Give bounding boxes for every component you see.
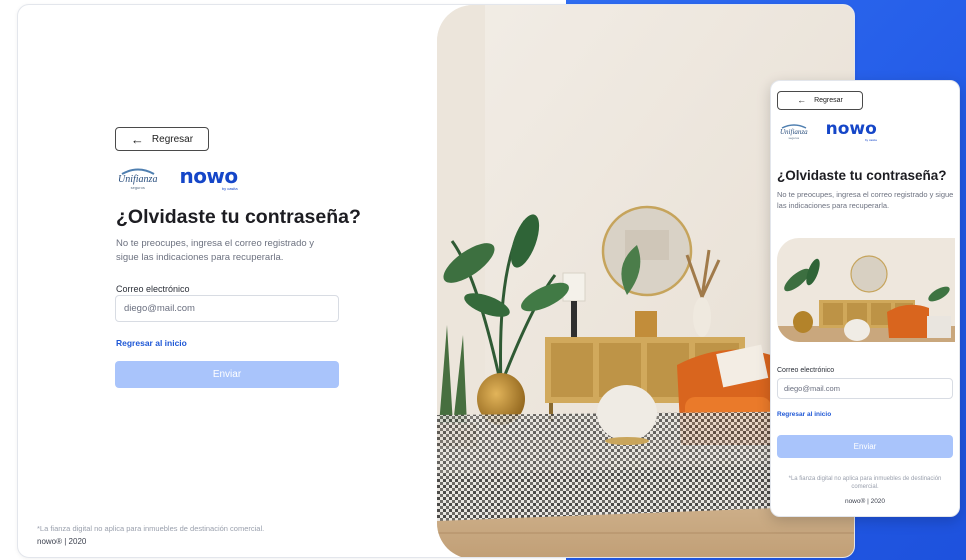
mobile-living-room-image (777, 238, 955, 342)
mobile-copyright-text: nowo® | 2020 (844, 498, 886, 505)
arrow-left-icon: ← (130, 131, 144, 147)
nowo-subtitle: by casita (221, 186, 238, 191)
mobile-back-to-start-link[interactable]: Regresar al inicio (777, 411, 831, 418)
brand-logos: Unifianza seguros nowo by casita (118, 166, 238, 191)
mobile-email-label: Correo electrónico (777, 367, 835, 374)
desktop-preview-card: ← Regresar Unifianza seguros nowo by cas… (17, 4, 855, 558)
nowo-wordmark: nowo (179, 164, 238, 188)
mobile-description-text: No te preocupes, ingresa el correo regis… (777, 190, 954, 210)
unifianza-tagline: seguros (788, 136, 800, 140)
recovery-form-panel: ← Regresar Unifianza seguros nowo by cas… (18, 5, 438, 557)
copyright-text: nowo® | 2020 (37, 537, 87, 546)
back-to-start-link[interactable]: Regresar al inicio (116, 338, 187, 348)
mobile-back-button-label: Regresar (814, 97, 843, 104)
mobile-submit-button[interactable]: Enviar (777, 435, 953, 458)
mobile-disclaimer-text: *La fianza digital no aplica para inmueb… (788, 476, 942, 490)
unifianza-wordmark: Unifianza (118, 174, 158, 185)
mobile-page-title: ¿Olvidaste tu contraseña? (777, 168, 947, 183)
mobile-brand-logos: Unifianza seguros nowo by casita (780, 121, 877, 142)
mobile-email-field[interactable] (777, 378, 953, 399)
page-title: ¿Olvidaste tu contraseña? (116, 206, 361, 228)
nowo-subtitle: by casita (864, 138, 877, 142)
submit-button[interactable]: Enviar (115, 361, 339, 388)
mobile-preview-card: ← Regresar Unifianza seguros nowo by cas… (770, 80, 960, 517)
arrow-left-icon: ← (797, 95, 807, 105)
email-label: Correo electrónico (116, 284, 190, 294)
nowo-wordmark: nowo (825, 119, 877, 139)
nowo-logo: nowo by casita (826, 121, 877, 142)
mobile-back-button[interactable]: ← Regresar (777, 91, 863, 110)
nowo-logo: nowo by casita (179, 164, 238, 191)
description-text: No te preocupes, ingresa el correo regis… (116, 238, 315, 263)
back-button-label: Regresar (151, 133, 194, 145)
email-field[interactable] (115, 295, 339, 322)
unifianza-logo: Unifianza seguros (780, 123, 808, 140)
unifianza-logo: Unifianza seguros (118, 167, 157, 190)
disclaimer-text: *La fianza digital no aplica para inmueb… (37, 524, 265, 533)
unifianza-tagline: seguros (130, 185, 145, 190)
back-button[interactable]: ← Regresar (115, 127, 209, 151)
unifianza-wordmark: Unifianza (780, 128, 808, 136)
